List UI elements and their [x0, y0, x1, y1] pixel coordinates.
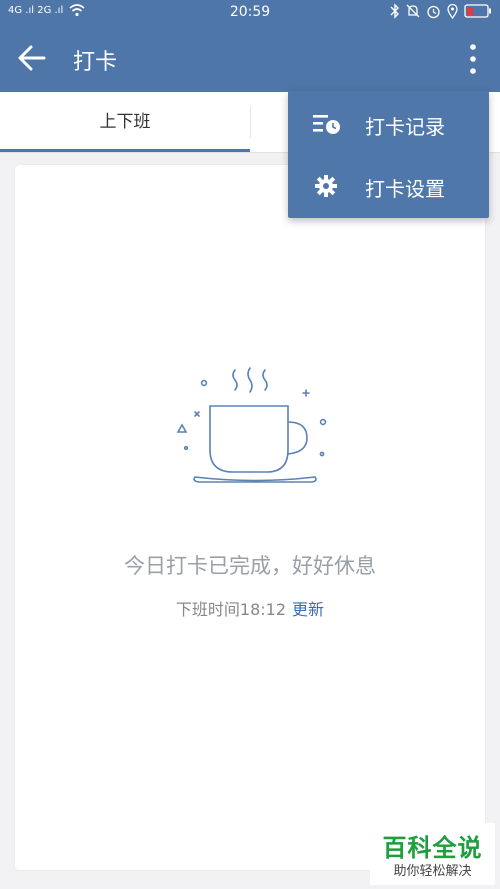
page-title: 打卡 [73, 50, 118, 75]
completion-message: 今日打卡已完成，好好休息 [124, 554, 376, 578]
mute-bell-icon [406, 4, 420, 18]
update-link[interactable]: 更新 [292, 600, 324, 619]
gear-icon [315, 175, 337, 197]
menu-item-clock-settings[interactable]: 打卡设置 [288, 155, 489, 217]
app-bar: 打卡 [0, 25, 500, 92]
coffee-cup-illustration [176, 367, 327, 483]
watermark-subtitle: 助你轻松解决 [393, 864, 472, 879]
tab-active-indicator [0, 149, 250, 152]
alarm-icon [427, 5, 440, 19]
status-bar: 4G .ıl 2G .ıl 20:59 [0, 0, 500, 25]
tab-label: 上下班 [99, 112, 151, 132]
menu-item-label: 打卡设置 [365, 177, 445, 201]
location-icon [447, 3, 458, 19]
status-icons [390, 3, 492, 19]
clock-out-time: 下班时间18:12 [175, 600, 287, 619]
more-vertical-icon[interactable] [468, 43, 478, 75]
tab-commute[interactable]: 上下班 [0, 92, 250, 152]
clock-out-info: 下班时间18:12 更新 [15, 596, 485, 620]
record-list-icon [313, 115, 340, 134]
battery-icon [464, 4, 491, 18]
back-arrow-icon[interactable] [18, 45, 48, 71]
watermark-title: 百科全说 [382, 834, 483, 862]
overflow-menu: 打卡记录 打卡设置 [288, 91, 489, 218]
watermark-logo: 百科全说 助你轻松解决 [370, 823, 495, 885]
bluetooth-icon [390, 3, 399, 19]
clock-in-card: 今日打卡已完成，好好休息 下班时间18:12 更新 [15, 165, 485, 870]
menu-item-clock-records[interactable]: 打卡记录 [288, 93, 489, 155]
menu-item-label: 打卡记录 [365, 115, 445, 139]
